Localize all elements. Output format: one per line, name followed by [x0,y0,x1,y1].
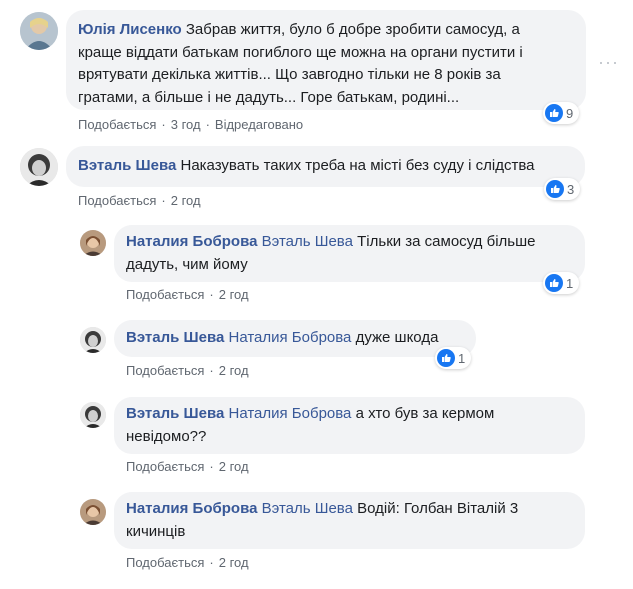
reaction-count-value: 1 [458,350,466,366]
separator-dot: · [161,117,166,132]
avatar-photo-icon [80,499,106,525]
reply-text: Тільки за самосуд більше [357,233,536,250]
more-options-icon[interactable]: ··· [598,53,619,71]
reply-text: а хто був за кермом [355,405,495,422]
reply-actions: Подобається · 2 год [126,459,249,474]
reaction-count[interactable]: 3 [544,178,581,200]
comment-bubble: Вэталь Шева Наказувать таких треба на мі… [66,146,585,187]
reply-text: дуже шкода [355,329,439,346]
timestamp[interactable]: 2 год [171,193,201,208]
like-link[interactable]: Подобається [126,287,204,302]
reply-actions: Подобається · 2 год [126,287,249,302]
separator-dot: · [209,555,214,570]
reply-mention[interactable]: Вэталь Шева [262,500,353,517]
reply-mention[interactable]: Наталия Боброва [228,329,351,346]
reaction-count[interactable]: 9 [543,102,580,124]
reply-bubble: Наталия Боброва Вэталь Шева Тільки за са… [114,225,585,282]
timestamp[interactable]: 2 год [219,459,249,474]
edited-label[interactable]: Відредаговано [215,117,303,132]
reaction-count-value: 3 [567,181,575,197]
separator-dot: · [205,117,210,132]
avatar[interactable] [80,402,106,428]
reply-author[interactable]: Вэталь Шева [126,329,224,346]
reply-mention[interactable]: Вэталь Шева [262,233,353,250]
reply-mention[interactable]: Наталия Боброва [228,405,351,422]
reply-text: дадуть, чим йому [126,255,248,273]
separator-dot: · [209,363,214,378]
avatar-photo-icon [20,148,58,186]
timestamp[interactable]: 3 год [171,117,201,132]
timestamp[interactable]: 2 год [219,363,249,378]
comment-author[interactable]: Вэталь Шева [78,157,176,174]
thumbs-up-icon [546,180,564,198]
reply-text: невідомо?? [126,427,207,445]
comment-actions: Подобається · 2 год [78,193,201,208]
reply-author[interactable]: Наталия Боброва [126,233,257,250]
reaction-count[interactable]: 1 [543,272,580,294]
comment-text-line: врятувати декілька життів... Що завгодно… [78,66,501,83]
comment-bubble: Юлія Лисенко Забрав життя, було б добре … [66,10,586,110]
like-link[interactable]: Подобається [126,459,204,474]
comment-actions: Подобається · 3 год · Відредаговано [78,117,303,132]
reply-author[interactable]: Вэталь Шева [126,405,224,422]
avatar[interactable] [80,499,106,525]
reply-text: кичинців [126,522,186,540]
timestamp[interactable]: 2 год [219,287,249,302]
like-link[interactable]: Подобається [126,363,204,378]
separator-dot: · [209,287,214,302]
avatar-photo-icon [20,12,58,50]
reply-actions: Подобається · 2 год [126,363,249,378]
avatar[interactable] [80,230,106,256]
avatar[interactable] [80,327,106,353]
comment-text-line: Забрав життя, було б добре зробити самос… [185,21,520,38]
like-link[interactable]: Подобається [78,117,156,132]
reply-bubble: Наталия Боброва Вэталь Шева Водій: Голба… [114,492,585,549]
comment-text-line: гратами, а більше і не дадуть... Горе ба… [78,88,460,106]
separator-dot: · [209,459,214,474]
avatar[interactable] [20,148,58,186]
like-link[interactable]: Подобається [78,193,156,208]
avatar-photo-icon [80,402,106,428]
reply-text: Водій: Голбан Віталій 3 [357,500,519,517]
like-link[interactable]: Подобається [126,555,204,570]
timestamp[interactable]: 2 год [219,555,249,570]
avatar[interactable] [20,12,58,50]
separator-dot: · [161,193,166,208]
reaction-count-value: 9 [566,105,574,121]
comment-text: Наказувать таких треба на місті без суду… [180,157,535,174]
reply-actions: Подобається · 2 год [126,555,249,570]
comment-text-line: краще віддати батькам погиблого ще можна… [78,43,523,61]
avatar-photo-icon [80,327,106,353]
reply-author[interactable]: Наталия Боброва [126,500,257,517]
comment-author[interactable]: Юлія Лисенко [78,21,182,38]
reply-bubble: Вэталь Шева Наталия Боброва дуже шкода [114,320,476,357]
reaction-count-value: 1 [566,275,574,291]
avatar-photo-icon [80,230,106,256]
thumbs-up-icon [545,104,563,122]
thumbs-up-icon [437,349,455,367]
thumbs-up-icon [545,274,563,292]
reply-bubble: Вэталь Шева Наталия Боброва а хто був за… [114,397,585,454]
reaction-count[interactable]: 1 [435,347,472,369]
